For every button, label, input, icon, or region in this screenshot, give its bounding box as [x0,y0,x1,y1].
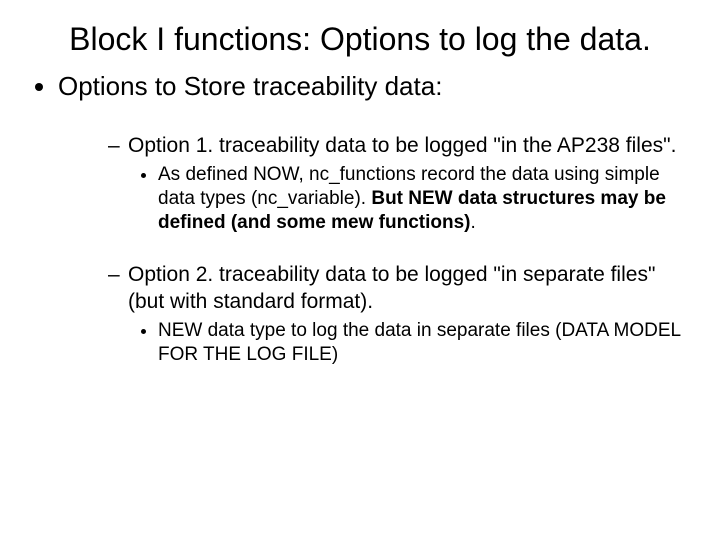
detail-text: NEW data type to log the data in separat… [158,320,680,365]
list-item: As defined NOW, nc_functions record the … [158,163,690,234]
bullet-list-level2: Option 1. traceability data to be logged… [108,133,690,367]
bullet-list-level3: NEW data type to log the data in separat… [158,319,690,367]
list-item: Options to Store traceability data: Opti… [58,70,690,366]
bullet-list-level3: As defined NOW, nc_functions record the … [158,163,690,234]
list-item: Option 1. traceability data to be logged… [108,133,690,235]
main-bullet-text: Options to Store traceability data: [58,71,442,101]
option-heading: Option 1. traceability data to be logged… [128,134,676,157]
detail-text: . [470,212,475,233]
bullet-list-level1: Options to Store traceability data: Opti… [58,70,690,366]
slide-title: Block I functions: Options to log the da… [30,20,690,58]
list-item: NEW data type to log the data in separat… [158,319,690,367]
list-item: Option 2. traceability data to be logged… [108,262,690,366]
option-heading: Option 2. traceability data to be logged… [128,263,655,312]
